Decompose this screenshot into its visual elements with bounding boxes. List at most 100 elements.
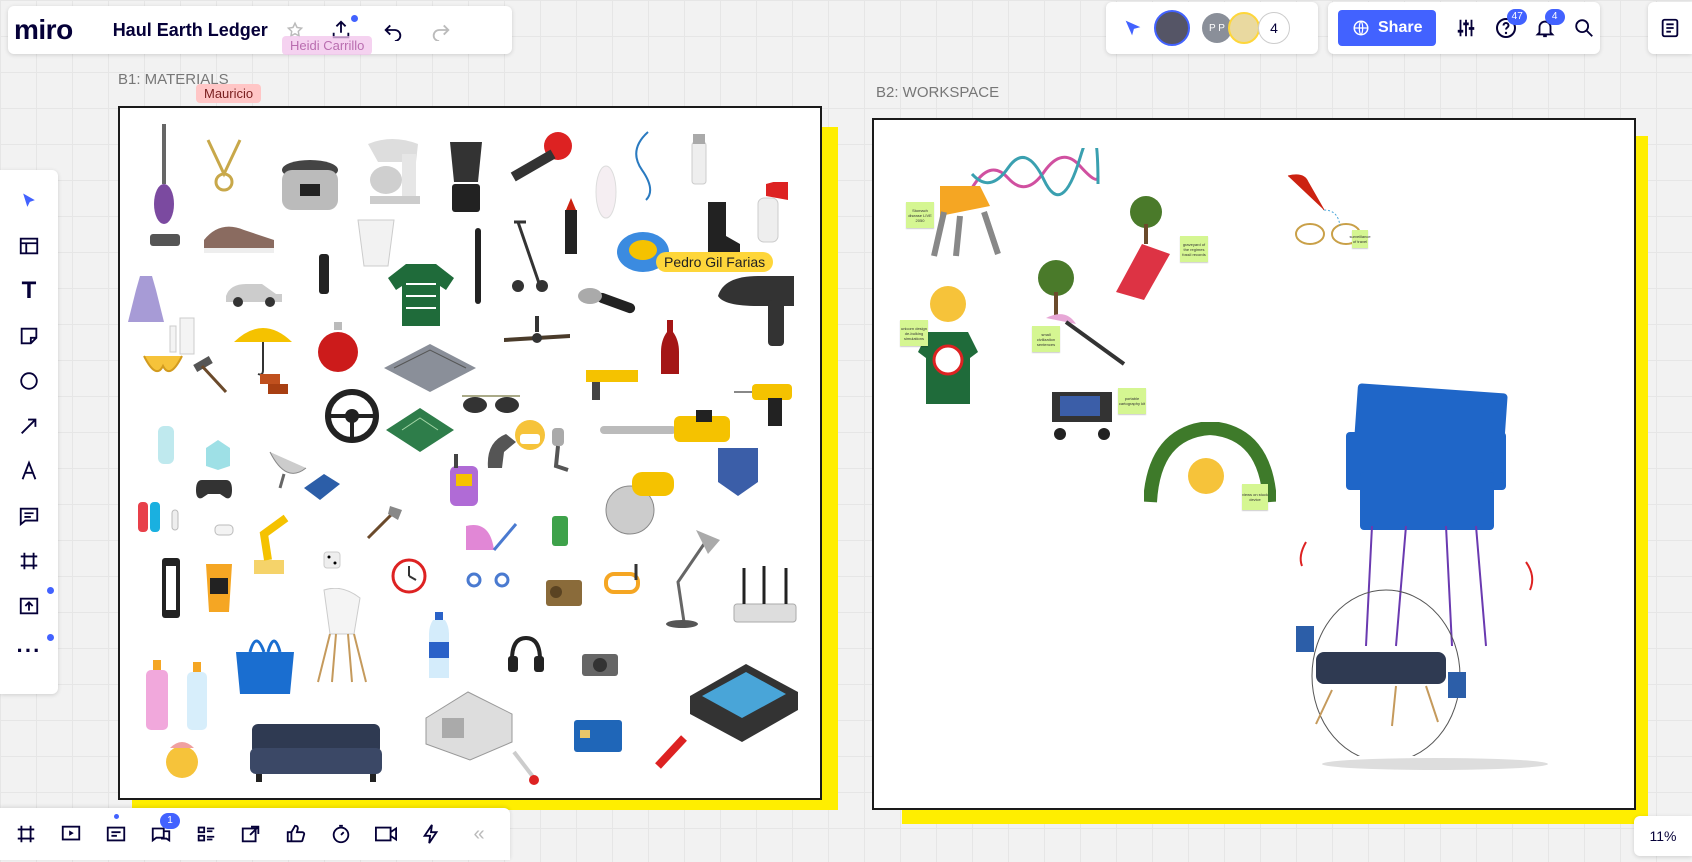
stroller-image[interactable] — [460, 518, 524, 590]
water-bottle-image[interactable] — [428, 612, 450, 680]
chainsaw-image[interactable] — [596, 408, 732, 448]
exploding-head-emoji-image[interactable] — [162, 740, 202, 780]
templates-icon[interactable] — [12, 229, 46, 263]
ice-cube-image[interactable] — [204, 438, 232, 472]
vacuum-image[interactable] — [144, 124, 184, 254]
redo-icon[interactable] — [424, 13, 458, 47]
frame-tool-icon[interactable] — [12, 544, 46, 578]
help-icon[interactable]: 47 — [1490, 9, 1528, 45]
remote-image[interactable] — [318, 254, 330, 294]
scooter-image[interactable] — [510, 218, 554, 294]
wifi-router-image[interactable] — [732, 564, 798, 626]
board-list-icon[interactable] — [1653, 11, 1687, 45]
frame-b2-workspace[interactable]: Stomach disease LIVE 2050 unicorn design… — [872, 118, 1636, 810]
avatar[interactable] — [1228, 12, 1260, 44]
miro-logo[interactable]: miro — [14, 14, 73, 46]
avatar[interactable] — [1154, 10, 1190, 46]
shape-tool-icon[interactable] — [12, 364, 46, 398]
settings-sliders-icon[interactable] — [1450, 11, 1481, 45]
collapse-toolbar-icon[interactable]: « — [462, 817, 496, 851]
share-screen-icon[interactable] — [234, 817, 268, 851]
leaf-blower-image[interactable] — [506, 130, 574, 192]
caulk-gun-image[interactable] — [580, 362, 642, 402]
lighter-image[interactable] — [690, 132, 708, 186]
air-horn-image[interactable] — [750, 182, 790, 246]
radio-image[interactable] — [544, 572, 584, 608]
camera-image[interactable] — [580, 648, 620, 678]
sanitary-pad-image[interactable] — [594, 164, 618, 220]
eyelash-curler-image[interactable] — [202, 134, 246, 194]
share-button[interactable]: Share — [1338, 10, 1437, 46]
headphones-image[interactable] — [506, 634, 546, 674]
coffee-cup-image[interactable] — [202, 558, 236, 614]
baby-bottle-image[interactable] — [184, 660, 210, 732]
frame-b1-materials[interactable] — [118, 106, 822, 800]
desk-lamp-image[interactable] — [658, 522, 722, 630]
comments-icon[interactable]: 1 — [144, 813, 180, 851]
video-call-icon[interactable] — [369, 817, 403, 851]
toothbrush-image[interactable] — [472, 228, 484, 304]
prosthetic-leg-image[interactable] — [546, 426, 570, 474]
robotic-arm-image[interactable] — [482, 428, 526, 472]
axe-image[interactable] — [364, 502, 404, 542]
dice-image[interactable] — [322, 550, 342, 570]
select-tool-icon[interactable] — [12, 184, 46, 218]
soda-bottle-image[interactable] — [660, 320, 680, 376]
sticky-note[interactable]: Stomach disease LIVE 2050 — [906, 202, 934, 228]
thumbs-up-icon[interactable] — [279, 817, 313, 851]
ceiling-fan-image[interactable] — [502, 316, 572, 356]
sneaker-image[interactable] — [200, 220, 278, 256]
text-tool-icon[interactable]: T — [12, 274, 46, 308]
earbuds-image[interactable] — [168, 508, 182, 532]
sticky-note[interactable]: surveillance of travel — [1349, 230, 1371, 248]
battery-pack-image[interactable] — [382, 340, 478, 396]
hammer-image[interactable] — [190, 356, 230, 396]
undo-icon[interactable] — [376, 13, 410, 47]
sunglasses-image[interactable] — [460, 392, 522, 416]
sticky-note[interactable]: unicorn design de-bulking simulations — [900, 320, 928, 346]
shopping-bag-image[interactable] — [232, 628, 298, 696]
frame-label-b2[interactable]: B2: WORKSPACE — [876, 84, 999, 101]
sofa-image[interactable] — [248, 718, 384, 786]
sticky-note-icon[interactable] — [12, 319, 46, 353]
baby-bottle-image[interactable] — [142, 658, 172, 732]
notes-icon[interactable] — [99, 814, 133, 851]
circuit-board-image[interactable] — [384, 404, 456, 456]
credit-card-image[interactable] — [572, 718, 624, 754]
umbrella-image[interactable] — [232, 324, 294, 376]
lipstick-image[interactable] — [562, 196, 580, 256]
denim-pocket-image[interactable] — [716, 446, 760, 498]
snorkel-mask-image[interactable] — [602, 560, 642, 600]
pen-tool-icon[interactable] — [12, 454, 46, 488]
bell-icon[interactable]: 4 — [1529, 9, 1565, 45]
collaborator-count[interactable]: 4 — [1258, 12, 1290, 44]
dress-image[interactable] — [126, 274, 166, 324]
reactions-icon[interactable] — [1116, 11, 1150, 45]
upload-icon[interactable] — [12, 587, 54, 623]
can-image[interactable] — [550, 514, 570, 548]
zoom-level[interactable]: 11% — [1634, 816, 1692, 856]
earbuds-case-image[interactable] — [214, 524, 234, 536]
walkie-talkie-image[interactable] — [446, 454, 482, 508]
sticky-note[interactable]: views on stuck device — [1242, 484, 1268, 510]
cable-image[interactable] — [626, 130, 656, 204]
thermometer-image[interactable] — [510, 748, 540, 788]
steering-wheel-image[interactable] — [324, 388, 380, 444]
drill-image[interactable] — [732, 378, 796, 428]
sticky-note[interactable]: portable cartography kit — [1118, 388, 1146, 414]
search-icon[interactable] — [1569, 11, 1600, 45]
frames-icon[interactable] — [9, 817, 43, 851]
blender-image[interactable] — [446, 140, 486, 214]
ornament-image[interactable] — [316, 320, 360, 374]
stand-mixer-image[interactable] — [362, 134, 428, 206]
boot-image[interactable] — [702, 200, 742, 256]
glass-sculpture-image[interactable] — [154, 424, 178, 466]
caddy-image[interactable] — [158, 556, 184, 620]
bricks-image[interactable] — [258, 370, 290, 398]
lightning-icon[interactable] — [414, 817, 448, 851]
crayon-image[interactable] — [654, 730, 694, 770]
hands-emoji-image[interactable] — [142, 346, 184, 380]
industrial-robot-image[interactable] — [246, 504, 298, 576]
wall-clock-image[interactable] — [390, 552, 428, 596]
timer-icon[interactable] — [324, 817, 358, 851]
